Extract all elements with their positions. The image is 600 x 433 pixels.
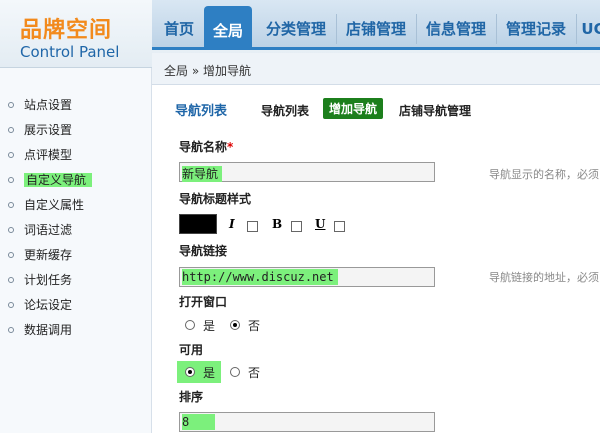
sidebar-item-label: 论坛设定 — [24, 298, 73, 312]
nav-link-hint: 导航链接的地址，必须 — [489, 271, 599, 284]
enabled-yes-label: 是 — [203, 366, 216, 380]
logo-title: 品牌空间 — [20, 18, 113, 43]
order-input[interactable]: 8 — [179, 412, 435, 432]
sidebar-item-label: 展示设置 — [24, 123, 73, 137]
underline-checkbox[interactable] — [334, 221, 345, 232]
nav-link-input[interactable]: http://www.discuz.net — [179, 267, 435, 287]
open-window-no-label: 否 — [248, 319, 261, 333]
italic-checkbox[interactable] — [247, 221, 258, 232]
sidebar-item-update-cache[interactable]: 更新缓存 — [0, 244, 151, 266]
nav-global[interactable]: 全局 — [204, 6, 252, 50]
section-title: 导航列表 — [175, 104, 228, 119]
sidebar-item-custom-nav[interactable]: 自定义导航 — [0, 169, 151, 191]
tab-add-nav[interactable]: 增加导航 — [323, 98, 384, 119]
nav-link-label: 导航链接 — [179, 244, 228, 258]
open-window-no-radio[interactable] — [230, 320, 240, 330]
sidebar-item-label: 自定义导航 — [24, 173, 93, 187]
breadcrumb: 全局 » 增加导航 — [164, 64, 251, 78]
italic-icon: I — [229, 217, 235, 231]
tab-shop-nav-manage[interactable]: 店铺导航管理 — [399, 102, 471, 119]
open-window-yes-label: 是 — [203, 319, 216, 333]
sidebar-item-custom-attributes[interactable]: 自定义属性 — [0, 194, 151, 216]
underline-icon: U — [315, 217, 326, 231]
sidebar-item-display-settings[interactable]: 展示设置 — [0, 119, 151, 141]
open-window-yes-radio[interactable] — [185, 320, 195, 330]
logo-subtitle: Control Panel — [20, 43, 120, 61]
sidebar-item-scheduled-tasks[interactable]: 计划任务 — [0, 269, 151, 291]
top-nav: 首页 全局 分类管理 店铺管理 信息管理 管理记录 UC — [152, 0, 600, 50]
nav-name-hint: 导航显示的名称，必须 — [489, 168, 599, 181]
main-content: 导航列表 导航列表 增加导航 店铺导航管理 导航名称* 新导航 导航显示的名称，… — [153, 86, 600, 433]
enabled-yes-radio[interactable] — [185, 367, 195, 377]
bullet-icon — [8, 277, 14, 283]
nav-separator — [496, 14, 497, 44]
required-mark: * — [227, 140, 234, 154]
color-picker[interactable] — [179, 214, 217, 234]
sidebar-item-label: 站点设置 — [24, 98, 73, 112]
nav-name-label: 导航名称* — [179, 140, 234, 154]
sidebar-item-label: 词语过滤 — [24, 223, 73, 237]
bullet-icon — [8, 177, 14, 183]
bullet-icon — [8, 227, 14, 233]
sidebar-item-word-filter[interactable]: 词语过滤 — [0, 219, 151, 241]
breadcrumb-bar: 全局 » 增加导航 — [152, 53, 600, 85]
nav-separator — [336, 14, 337, 44]
bullet-icon — [8, 252, 14, 258]
bullet-icon — [8, 152, 14, 158]
sidebar-item-label: 自定义属性 — [24, 198, 85, 212]
bullet-icon — [8, 327, 14, 333]
enabled-label: 可用 — [179, 343, 204, 357]
nav-info[interactable]: 信息管理 — [418, 0, 494, 50]
nav-logs[interactable]: 管理记录 — [498, 0, 574, 50]
sidebar-item-label: 计划任务 — [24, 273, 73, 287]
bold-checkbox[interactable] — [291, 221, 302, 232]
bullet-icon — [8, 302, 14, 308]
nav-uc[interactable]: UC — [578, 0, 600, 50]
nav-shop[interactable]: 店铺管理 — [338, 0, 414, 50]
enabled-no-label: 否 — [248, 366, 261, 380]
sidebar-item-label: 更新缓存 — [24, 248, 73, 262]
sidebar-item-review-model[interactable]: 点评模型 — [0, 144, 151, 166]
sidebar: 站点设置 展示设置 点评模型 自定义导航 自定义属性 词语过滤 更新缓存 计划任… — [0, 68, 152, 433]
sidebar-item-site-settings[interactable]: 站点设置 — [0, 94, 151, 116]
tab-nav-list[interactable]: 导航列表 — [261, 102, 309, 119]
open-window-label: 打开窗口 — [179, 295, 228, 309]
order-label: 排序 — [179, 390, 204, 404]
title-style-label: 导航标题样式 — [179, 192, 252, 206]
sidebar-item-label: 点评模型 — [24, 148, 73, 162]
nav-category[interactable]: 分类管理 — [258, 0, 334, 50]
bold-icon: B — [272, 217, 283, 231]
nav-separator — [416, 14, 417, 44]
nav-home[interactable]: 首页 — [156, 0, 202, 50]
bullet-icon — [8, 202, 14, 208]
sidebar-item-forum-settings[interactable]: 论坛设定 — [0, 294, 151, 316]
bullet-icon — [8, 102, 14, 108]
enabled-no-radio[interactable] — [230, 367, 240, 377]
bullet-icon — [8, 127, 14, 133]
sidebar-item-data-call[interactable]: 数据调用 — [0, 319, 151, 341]
subtab-bar: 导航列表 导航列表 增加导航 店铺导航管理 — [153, 98, 600, 122]
sidebar-item-label: 数据调用 — [24, 323, 73, 337]
nav-separator — [576, 14, 577, 44]
nav-name-input[interactable]: 新导航 — [179, 162, 435, 182]
